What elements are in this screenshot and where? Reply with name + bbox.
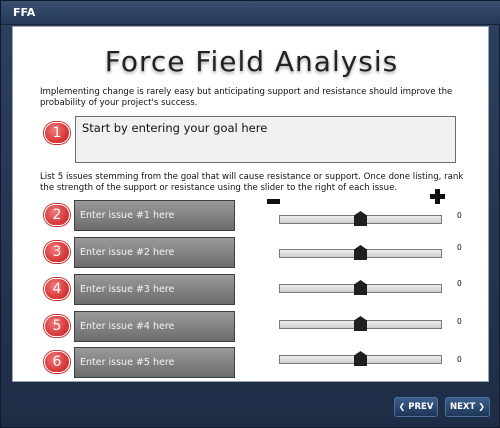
slider-value-2: 0 (457, 243, 462, 252)
step-badge-issue-1: 2 (44, 204, 70, 226)
slider-handle-2[interactable] (354, 245, 367, 260)
slider-handle-1[interactable] (354, 211, 367, 226)
slider-value-5: 0 (457, 355, 462, 364)
strength-slider-3[interactable] (279, 280, 442, 295)
intro-text: Implementing change is rarely easy but a… (40, 87, 453, 108)
slider-value-3: 0 (457, 279, 462, 288)
goal-input[interactable]: Start by entering your goal here (75, 116, 456, 163)
slider-handle-5[interactable] (354, 351, 367, 366)
strength-slider-2[interactable] (279, 245, 442, 260)
list-instructions: List 5 issues stemming from the goal tha… (40, 172, 464, 193)
prev-button[interactable]: ❮ PREV (394, 397, 438, 417)
strength-slider-5[interactable] (279, 351, 442, 366)
issue-input-4[interactable]: Enter issue #4 here (74, 311, 235, 342)
slider-handle-3[interactable] (354, 280, 367, 295)
page-title: Force Field Analysis (104, 45, 399, 78)
content-panel: Force Field Analysis Implementing change… (12, 26, 489, 382)
slider-value-1: 0 (457, 211, 462, 220)
issue-input-5[interactable]: Enter issue #5 here (74, 347, 235, 378)
step-badge-goal: 1 (44, 122, 70, 144)
footer-bar: ❮ PREV NEXT ❯ (1, 382, 500, 428)
app-window: FFA Force Field Analysis Implementing ch… (0, 0, 500, 428)
strength-slider-4[interactable] (279, 316, 442, 331)
issue-input-2[interactable]: Enter issue #2 here (74, 237, 235, 268)
next-button[interactable]: NEXT ❯ (445, 397, 490, 417)
slider-handle-4[interactable] (354, 316, 367, 331)
step-badge-issue-3: 4 (44, 278, 70, 300)
plus-icon (430, 189, 445, 204)
prev-button-label: PREV (408, 402, 434, 412)
title-bar: FFA (1, 1, 500, 25)
issue-input-3[interactable]: Enter issue #3 here (74, 274, 235, 305)
chevron-right-icon: ❯ (478, 402, 485, 411)
slider-value-4: 0 (457, 317, 462, 326)
next-button-label: NEXT (450, 402, 476, 412)
window-title: FFA (13, 6, 36, 19)
step-badge-issue-4: 5 (44, 315, 70, 337)
step-badge-issue-5: 6 (44, 351, 70, 373)
step-badge-issue-2: 3 (44, 241, 70, 263)
minus-icon (267, 199, 280, 204)
chevron-left-icon: ❮ (398, 402, 406, 411)
issue-input-1[interactable]: Enter issue #1 here (74, 200, 235, 231)
strength-slider-1[interactable] (279, 211, 442, 226)
